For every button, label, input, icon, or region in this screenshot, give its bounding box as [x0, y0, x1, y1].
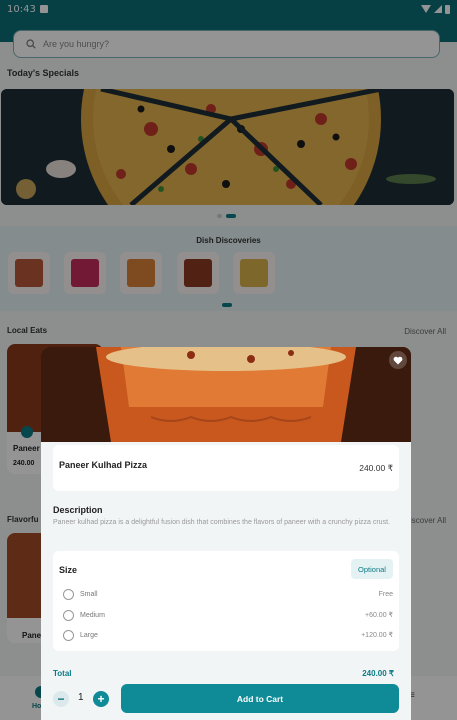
decrease-quantity-button[interactable]: −	[53, 691, 69, 707]
description-text: Paneer kulhad pizza is a delightful fusi…	[53, 519, 390, 526]
quantity-value: 1	[78, 692, 84, 703]
increase-quantity-button[interactable]: +	[93, 691, 109, 707]
description-title: Description	[53, 505, 103, 515]
dish-price: 240.00 ₹	[359, 463, 393, 473]
dish-title-card: Paneer Kulhad Pizza 240.00 ₹	[53, 445, 399, 491]
heart-icon	[393, 356, 403, 364]
size-option-price: +60.00 ₹	[364, 612, 393, 619]
size-option-price: Free	[378, 590, 393, 598]
radio-button[interactable]	[63, 588, 74, 600]
size-option-medium[interactable]: Medium +60.00 ₹	[63, 608, 393, 622]
size-option-large[interactable]: Large +120.00 ₹	[63, 628, 393, 642]
dish-detail-modal: Paneer Kulhad Pizza 240.00 ₹ Description…	[41, 347, 411, 720]
size-title: Size	[59, 565, 78, 575]
dish-name: Paneer Kulhad Pizza	[59, 460, 148, 470]
size-option-label: Small	[80, 590, 98, 598]
plus-icon: +	[97, 692, 105, 706]
size-option-small[interactable]: Small Free	[63, 587, 393, 601]
radio-button[interactable]	[63, 609, 74, 621]
total-label: Total	[53, 669, 72, 678]
radio-button[interactable]	[63, 629, 74, 641]
size-option-label: Large	[80, 631, 98, 639]
size-options-card: Size Optional Small Free Medium +60.00 ₹…	[53, 551, 399, 651]
total-value: 240.00 ₹	[362, 669, 394, 678]
add-to-cart-button[interactable]: Add to Cart	[121, 684, 399, 713]
optional-badge: Optional	[351, 559, 393, 579]
dish-hero-image	[41, 347, 411, 442]
size-option-label: Medium	[80, 611, 105, 619]
size-option-price: +120.00 ₹	[361, 632, 393, 639]
minus-icon: −	[57, 692, 65, 706]
kulhad-image	[41, 347, 411, 442]
favorite-button[interactable]	[389, 351, 407, 369]
